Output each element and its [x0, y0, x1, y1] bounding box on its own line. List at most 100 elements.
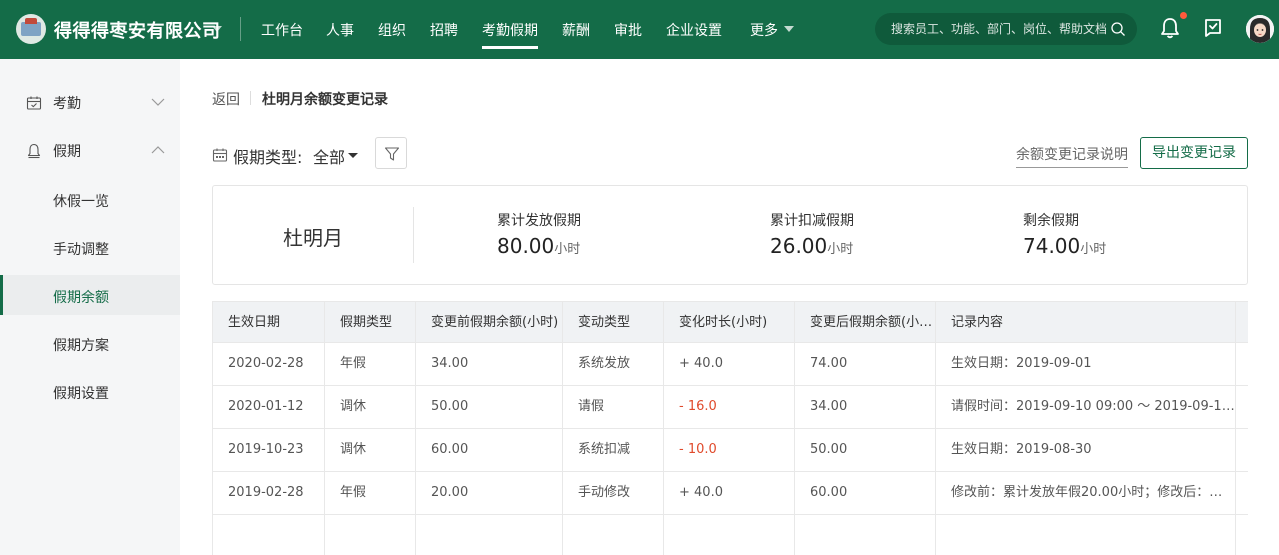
- company-name[interactable]: 得得得枣安有限公司: [54, 17, 221, 43]
- sidebar-item-label: 假期设置: [53, 386, 109, 402]
- cell-record-content: 生效日期：2019-08-30: [936, 429, 1236, 471]
- sidebar-item-manual-adjust[interactable]: 手动调整: [0, 227, 180, 267]
- stat-value: 74.00: [1023, 234, 1081, 258]
- sidebar-item-leave-overview[interactable]: 休假一览: [0, 179, 180, 219]
- main-content: 返回 杜明月余额变更记录 假期类型: 全部 余额变更记录说明 导出变更记录 杜明…: [180, 59, 1279, 555]
- bell-outline-icon: [27, 143, 41, 159]
- cell-change-duration: + 40.0: [664, 343, 795, 385]
- chevron-down-icon[interactable]: [212, 26, 222, 32]
- column-header: 变化时长(小时): [664, 302, 795, 343]
- nav-approval[interactable]: 审批: [614, 20, 642, 40]
- cell-change-type: 系统扣减: [563, 429, 664, 471]
- sidebar-group-attendance[interactable]: 考勤: [0, 83, 180, 123]
- caret-down-icon[interactable]: [348, 153, 358, 158]
- cell-balance-before: 20.00: [416, 472, 563, 514]
- cell-balance-after: 60.00: [795, 472, 936, 514]
- nav-salary[interactable]: 薪酬: [562, 20, 590, 40]
- column-header: 记录内容: [936, 302, 1236, 343]
- back-link[interactable]: 返回: [212, 89, 240, 109]
- cell-leave-type: 年假: [325, 472, 416, 514]
- sidebar-item-leave-balance[interactable]: 假期余额: [0, 275, 180, 315]
- chevron-down-icon[interactable]: [151, 97, 165, 107]
- balance-record-explanation-link[interactable]: 余额变更记录说明: [1016, 144, 1128, 168]
- stat-unit: 小时: [827, 242, 854, 257]
- cell-effective-date: 2020-02-28: [213, 343, 325, 385]
- sidebar-item-leave-plan[interactable]: 假期方案: [0, 323, 180, 363]
- cell-record-content: 修改前：累计发放年假20.00小时；修改后：累计...: [936, 472, 1236, 514]
- top-navigation-bar: 得得得枣安有限公司 工作台 人事 组织 招聘 考勤假期 薪酬 审批 企业设置 更…: [0, 0, 1279, 59]
- nav-organization[interactable]: 组织: [378, 20, 406, 40]
- column-header: 生效日期: [213, 302, 325, 343]
- table-row[interactable]: 2019-10-23 调休 60.00 系统扣减 - 10.0 50.00 生效…: [213, 429, 1248, 472]
- cell-spacer: [1236, 386, 1248, 428]
- nav-hr[interactable]: 人事: [326, 20, 354, 40]
- divider: [240, 17, 241, 41]
- sidebar-group-leave[interactable]: 假期: [0, 131, 180, 171]
- cell-leave-type: 调休: [325, 429, 416, 471]
- cell-balance-before: 60.00: [416, 429, 563, 471]
- cell-spacer: [1236, 429, 1248, 471]
- cell-leave-type: 调休: [325, 386, 416, 428]
- calendar-icon: [212, 148, 228, 162]
- cell-balance-after: 50.00: [795, 429, 936, 471]
- nav-attendance-leave[interactable]: 考勤假期: [482, 20, 538, 49]
- leave-type-label: 假期类型:: [233, 148, 303, 167]
- nav-more[interactable]: 更多: [750, 20, 778, 40]
- leave-type-select[interactable]: 全部: [313, 144, 345, 168]
- search-input[interactable]: [891, 13, 1107, 45]
- logo-icon[interactable]: [16, 14, 46, 44]
- page-title: 杜明月余额变更记录: [262, 92, 388, 108]
- search-box[interactable]: [875, 13, 1137, 45]
- sidebar-item-label: 假期余额: [53, 290, 109, 306]
- column-header: 变更前假期余额(小时): [416, 302, 563, 343]
- column-header: 假期类型: [325, 302, 416, 343]
- cell-record-content: 请假时间：2019-09-10 09:00 ～ 2019-09-10 11:00: [936, 386, 1236, 428]
- table-row[interactable]: 2019-02-28 年假 20.00 手动修改 + 40.0 60.00 修改…: [213, 472, 1248, 515]
- balance-change-table: 生效日期 假期类型 变更前假期余额(小时) 变动类型 变化时长(小时) 变更后假…: [212, 301, 1248, 555]
- sidebar-group-label: 假期: [53, 144, 81, 160]
- stat-title: 累计扣减假期: [770, 213, 854, 229]
- funnel-icon: [384, 147, 400, 161]
- cell-spacer: [1236, 472, 1248, 514]
- search-icon[interactable]: [1110, 21, 1126, 37]
- cell-change-type: 系统发放: [563, 343, 664, 385]
- stat-unit: 小时: [1080, 242, 1107, 257]
- sidebar-item-leave-settings[interactable]: 假期设置: [0, 371, 180, 411]
- stat-value: 80.00: [497, 234, 555, 258]
- cell-record-content: 生效日期：2019-09-01: [936, 343, 1236, 385]
- export-records-button[interactable]: 导出变更记录: [1140, 137, 1248, 169]
- table-header: 生效日期 假期类型 变更前假期余额(小时) 变动类型 变化时长(小时) 变更后假…: [213, 302, 1248, 343]
- cell-leave-type: 年假: [325, 343, 416, 385]
- bell-icon[interactable]: [1158, 16, 1182, 40]
- task-check-icon[interactable]: [1201, 16, 1225, 40]
- stat-value: 26.00: [770, 234, 828, 258]
- chevron-up-icon[interactable]: [151, 145, 165, 155]
- breadcrumb-divider: [250, 91, 251, 105]
- sidebar-group-label: 考勤: [53, 96, 81, 112]
- column-header-spacer: [1236, 302, 1248, 343]
- cell-spacer: [1236, 343, 1248, 385]
- filter-button[interactable]: [375, 137, 407, 169]
- balance-summary-card: 杜明月 累计发放假期 80.00小时 累计扣减假期 26.00小时 剩余假期 7…: [212, 185, 1248, 285]
- calendar-icon: [26, 96, 42, 110]
- cell-change-duration: - 10.0: [664, 429, 795, 471]
- nav-recruitment[interactable]: 招聘: [430, 20, 458, 40]
- cell-change-type: 请假: [563, 386, 664, 428]
- table-row[interactable]: 2020-01-12 调休 50.00 请假 - 16.0 34.00 请假时间…: [213, 386, 1248, 429]
- stat-title: 剩余假期: [1023, 213, 1079, 229]
- table-row-empty: [213, 515, 1248, 555]
- cell-effective-date: 2019-10-23: [213, 429, 325, 471]
- nav-enterprise-settings[interactable]: 企业设置: [666, 20, 722, 40]
- chevron-down-icon[interactable]: [784, 26, 794, 32]
- sidebar: 考勤 假期 休假一览 手动调整 假期余额 假期方案 假期设置: [0, 59, 180, 555]
- table-row[interactable]: 2020-02-28 年假 34.00 系统发放 + 40.0 74.00 生效…: [213, 343, 1248, 386]
- cell-balance-after: 74.00: [795, 343, 936, 385]
- stat-unit: 小时: [554, 242, 581, 257]
- cell-effective-date: 2020-01-12: [213, 386, 325, 428]
- cell-change-duration: - 16.0: [664, 386, 795, 428]
- nav-workbench[interactable]: 工作台: [261, 20, 303, 40]
- cell-effective-date: 2019-02-28: [213, 472, 325, 514]
- avatar[interactable]: [1246, 15, 1274, 43]
- stat-total-granted: 累计发放假期 80.00小时: [497, 210, 581, 258]
- employee-name: 杜明月: [283, 226, 343, 250]
